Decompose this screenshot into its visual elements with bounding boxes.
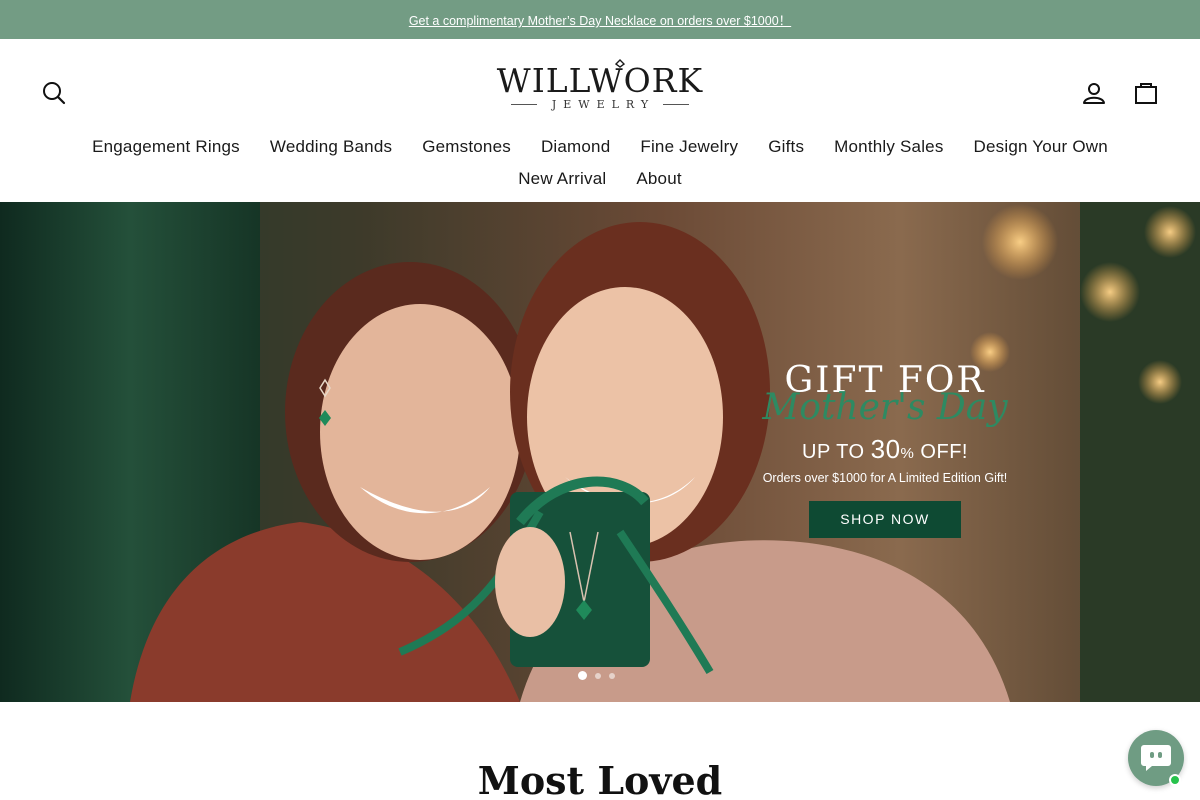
hero-discount: UP TO 30% OFF! bbox=[802, 434, 968, 464]
ring-icon bbox=[614, 59, 626, 68]
nav-design-your-own[interactable]: Design Your Own bbox=[974, 137, 1108, 157]
nav-fine-jewelry[interactable]: Fine Jewelry bbox=[640, 137, 738, 157]
shopping-bag-icon bbox=[1135, 83, 1157, 104]
chat-bubble-icon bbox=[1141, 745, 1171, 771]
nav-new-arrival[interactable]: New Arrival bbox=[518, 169, 606, 189]
search-button[interactable] bbox=[36, 75, 72, 111]
logo-wordmark: WILLWORK bbox=[496, 61, 704, 100]
nav-row-secondary: New Arrival About bbox=[0, 163, 1200, 195]
site-header: WILLWORK JEWELRY Engagement Rings Weddin… bbox=[0, 39, 1200, 202]
hero-script-title: Mother's Day bbox=[762, 387, 1008, 428]
online-status-indicator bbox=[1169, 774, 1181, 786]
hero-subtitle: Orders over $1000 for A Limited Edition … bbox=[762, 471, 1008, 485]
announcement-bar: Get a complimentary Mother’s Day Necklac… bbox=[0, 0, 1200, 39]
nav-diamond[interactable]: Diamond bbox=[541, 137, 610, 157]
hero-banner[interactable]: GIFT FOR Mother's Day UP TO 30% OFF! Ord… bbox=[0, 202, 1200, 702]
section-title-most-loved: Most Loved bbox=[477, 758, 723, 800]
nav-monthly-sales[interactable]: Monthly Sales bbox=[834, 137, 943, 157]
nav-row-primary: Engagement Rings Wedding Bands Gemstones… bbox=[0, 131, 1200, 163]
main-navigation: Engagement Rings Wedding Bands Gemstones… bbox=[0, 131, 1200, 195]
slider-dot-2[interactable] bbox=[595, 672, 601, 679]
slider-dot-3[interactable] bbox=[609, 672, 615, 679]
announcement-link[interactable]: Get a complimentary Mother’s Day Necklac… bbox=[409, 10, 791, 29]
cart-button[interactable] bbox=[1128, 75, 1164, 111]
slider-dots bbox=[578, 671, 615, 680]
search-icon bbox=[43, 82, 66, 105]
account-button[interactable] bbox=[1076, 75, 1112, 111]
nav-wedding-bands[interactable]: Wedding Bands bbox=[270, 137, 392, 157]
slider-dot-1[interactable] bbox=[578, 671, 587, 680]
nav-about[interactable]: About bbox=[636, 169, 681, 189]
shop-now-button[interactable]: SHOP NOW bbox=[809, 501, 961, 538]
nav-gemstones[interactable]: Gemstones bbox=[422, 137, 511, 157]
brand-logo[interactable]: WILLWORK JEWELRY bbox=[490, 59, 710, 123]
user-icon bbox=[1083, 83, 1105, 104]
hero-promo: GIFT FOR Mother's Day UP TO 30% OFF! Ord… bbox=[740, 360, 1030, 538]
nav-gifts[interactable]: Gifts bbox=[768, 137, 804, 157]
nav-engagement-rings[interactable]: Engagement Rings bbox=[92, 137, 240, 157]
logo-subtitle: JEWELRY bbox=[551, 98, 656, 111]
